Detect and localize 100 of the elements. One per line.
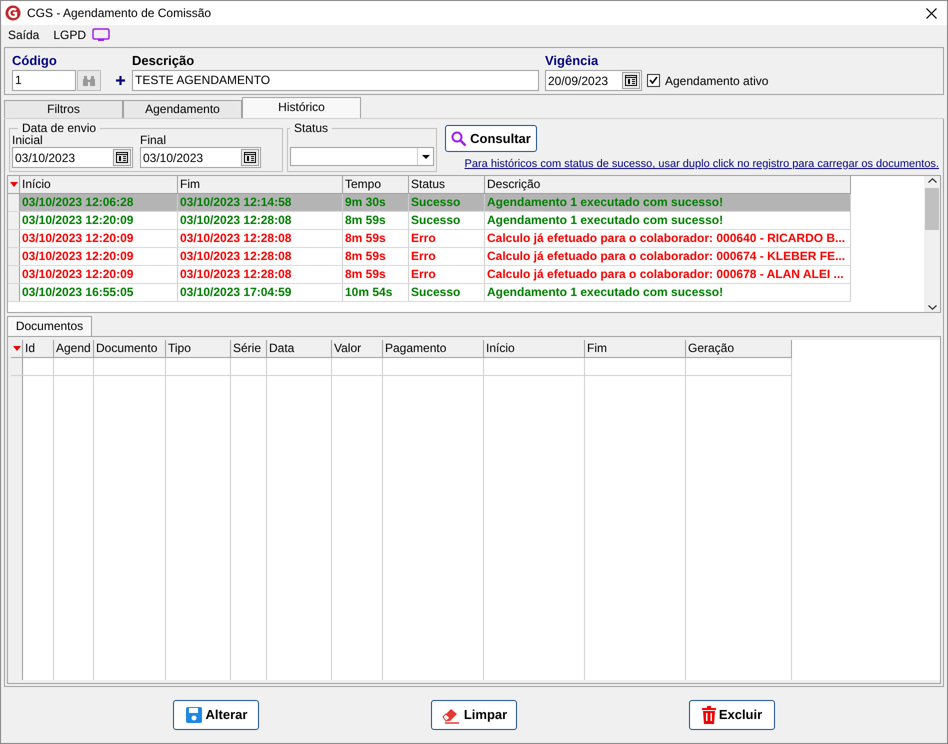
column-header[interactable]: Fim — [585, 340, 686, 357]
group-label: Status — [290, 121, 332, 135]
table-cell: 10m 54s — [343, 284, 409, 301]
table-row[interactable]: 03/10/2023 16:55:05 03/10/2023 17:04:59 10m 54s Sucesso Agendamento 1 executado com sucesso! — [8, 284, 851, 302]
field-label: Código — [12, 53, 58, 68]
table-cell: 03/10/2023 12:20:09 — [20, 230, 178, 247]
table-cell: Calculo já efetuado para o colaborador: 000640 - RICARDO B... — [485, 230, 851, 247]
table-cell: 03/10/2023 12:20:09 — [20, 266, 178, 283]
table-cell: 8m 59s — [343, 230, 409, 247]
binoculars-icon — [83, 76, 95, 86]
table-row[interactable]: 03/10/2023 12:20:09 03/10/2023 12:28:08 8m 59s Erro Calculo já efetuado para o colaborador: 000640 - RICARDO B... — [8, 230, 851, 248]
column-header[interactable]: Tempo — [343, 176, 409, 193]
sort-arrow-icon — [10, 182, 18, 187]
table-row[interactable]: 03/10/2023 12:20:09 03/10/2023 12:28:08 8m 59s Sucesso Agendamento 1 executado com sucesso! — [8, 212, 851, 230]
sort-arrow-icon — [12, 346, 20, 351]
column-header[interactable]: Descrição — [485, 176, 851, 193]
row-selector[interactable] — [8, 230, 20, 247]
scrollbar[interactable] — [924, 176, 940, 312]
plus-icon — [116, 76, 125, 85]
hint-link[interactable]: Para históricos com status de sucesso, usar duplo click no registro para carregar os documentos. — [464, 156, 939, 172]
action-button[interactable]: Limpar — [431, 700, 517, 730]
window-title: CGS - Agendamento de Comissão — [27, 5, 212, 22]
calendar-button[interactable] — [113, 149, 131, 166]
action-button[interactable]: Excluir — [689, 700, 775, 730]
table-cell: Sucesso — [409, 212, 485, 229]
row-selector[interactable] — [8, 194, 20, 211]
table-cell: 03/10/2023 12:28:08 — [178, 212, 343, 229]
code-field[interactable]: 1 — [12, 70, 76, 91]
table-cell: 8m 59s — [343, 266, 409, 283]
table-cell: Agendamento 1 executado com sucesso! — [485, 284, 851, 301]
table-cell: Calculo já efetuado para o colaborador: 000678 - ALAN ALEI ... — [485, 266, 851, 283]
table-cell: 03/10/2023 12:14:58 — [178, 194, 343, 211]
column-header[interactable]: Valor — [332, 340, 383, 357]
date-field[interactable]: 03/10/2023 — [12, 147, 133, 168]
menu-item[interactable]: LGPD — [53, 26, 86, 44]
eraser-icon — [440, 706, 461, 724]
calendar-icon — [625, 75, 637, 86]
tab[interactable]: Filtros — [4, 100, 123, 118]
tab[interactable]: Histórico — [242, 97, 361, 118]
scroll-up-icon[interactable] — [928, 178, 936, 183]
scroll-down-icon[interactable] — [928, 305, 936, 310]
column-header[interactable]: Data — [267, 340, 332, 357]
column-header[interactable]: Documento — [94, 340, 166, 357]
table-cell: Sucesso — [409, 194, 485, 211]
row-selector[interactable] — [8, 212, 20, 229]
monitor-icon[interactable] — [92, 28, 110, 42]
consult-button[interactable]: Consultar — [445, 125, 537, 152]
tab[interactable]: Agendamento — [123, 100, 242, 118]
calendar-icon — [244, 152, 256, 163]
column-header[interactable]: Geração — [686, 340, 792, 357]
row-selector[interactable] — [8, 266, 20, 283]
description-field[interactable]: TESTE AGENDAMENTO — [132, 70, 539, 91]
table-cell: 03/10/2023 16:55:05 — [20, 284, 178, 301]
table-cell: 03/10/2023 12:06:28 — [20, 194, 178, 211]
table-cell: 9m 30s — [343, 194, 409, 211]
column-header[interactable]: Série — [231, 340, 267, 357]
close-icon[interactable] — [926, 8, 937, 18]
table-cell: Erro — [409, 266, 485, 283]
group-label: Data de envio — [18, 121, 100, 135]
column-header[interactable]: Pagamento — [383, 340, 484, 357]
column-header[interactable]: Fim — [178, 176, 343, 193]
table-cell: 03/10/2023 12:28:08 — [178, 248, 343, 265]
column-header[interactable]: Início — [484, 340, 585, 357]
row-selector[interactable] — [8, 284, 20, 301]
table-cell: Calculo já efetuado para o colaborador: 000674 - KLEBER FE... — [485, 248, 851, 265]
table-cell: 03/10/2023 12:28:08 — [178, 230, 343, 247]
field-label: Final — [140, 134, 168, 147]
field-label: Vigência — [545, 53, 600, 68]
column-header[interactable]: Tipo — [166, 340, 231, 357]
checkbox[interactable] — [647, 74, 660, 87]
calendar-button[interactable] — [622, 72, 640, 89]
table-cell: Sucesso — [409, 284, 485, 301]
calendar-button[interactable] — [241, 149, 259, 166]
action-button[interactable]: Alterar — [173, 700, 259, 730]
table-row[interactable]: 03/10/2023 12:20:09 03/10/2023 12:28:08 8m 59s Erro Calculo já efetuado para o colaborador: 000674 - KLEBER FE... — [8, 248, 851, 266]
date-field[interactable]: 03/10/2023 — [140, 147, 261, 168]
column-header[interactable]: Id — [23, 340, 54, 357]
caret-icon — [422, 154, 430, 158]
trash-icon — [702, 706, 716, 724]
column-header[interactable]: Agend — [54, 340, 94, 357]
table-cell: 8m 59s — [343, 212, 409, 229]
check-icon — [649, 76, 658, 85]
table-cell: 03/10/2023 12:20:09 — [20, 212, 178, 229]
column-header[interactable]: Status — [409, 176, 485, 193]
scroll-thumb[interactable] — [925, 188, 939, 230]
status-dropdown[interactable] — [290, 147, 434, 166]
table-cell: 03/10/2023 12:20:09 — [20, 248, 178, 265]
table-cell: 03/10/2023 17:04:59 — [178, 284, 343, 301]
search-button[interactable] — [77, 70, 101, 91]
checkbox-label: Agendamento ativo — [665, 72, 768, 90]
table-cell: Erro — [409, 230, 485, 247]
date-field[interactable]: 20/09/2023 — [545, 70, 642, 91]
app-logo-icon — [5, 5, 21, 21]
table-cell: 03/10/2023 12:28:08 — [178, 266, 343, 283]
tab[interactable]: Documentos — [7, 316, 92, 336]
column-header[interactable]: Início — [20, 176, 178, 193]
row-selector[interactable] — [8, 248, 20, 265]
table-row[interactable]: 03/10/2023 12:20:09 03/10/2023 12:28:08 8m 59s Erro Calculo já efetuado para o colaborador: 000678 - ALAN ALEI ... — [8, 266, 851, 284]
field-label: Inicial — [12, 134, 44, 147]
menu-item[interactable]: Saída — [8, 26, 40, 44]
